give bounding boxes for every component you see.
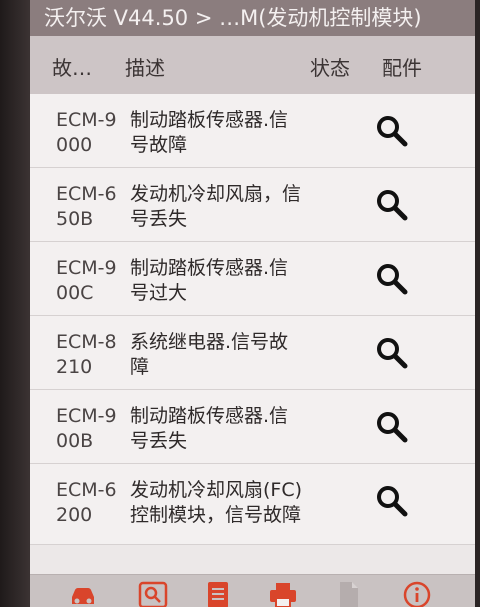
column-header-parts[interactable]: 配件 — [382, 52, 422, 81]
fault-description: 制动踏板传感器.信号故障 — [130, 109, 289, 156]
search-icon[interactable] — [375, 410, 409, 444]
list-item[interactable]: ECM-8210 系统继电器.信号故障 — [30, 316, 475, 390]
fault-description: 制动踏板传感器.信号丢失 — [130, 405, 289, 452]
list-item[interactable]: ECM-9000 制动踏板传感器.信号故障 — [30, 94, 475, 168]
bottom-toolbar — [30, 574, 475, 607]
title-breadcrumb: 沃尔沃 V44.50 > …M(发动机控制模块) — [30, 0, 475, 36]
fault-code: ECM-8210 — [56, 331, 117, 378]
fault-description: 发动机冷却风扇(FC)控制模块，信号故障 — [130, 479, 303, 526]
column-header-description[interactable]: 描述 — [125, 52, 165, 81]
column-header-bar: 故… 描述 状态 配件 — [30, 36, 475, 94]
list-item[interactable]: ECM-900C 制动踏板传感器.信号过大 — [30, 242, 475, 316]
search-icon[interactable] — [375, 484, 409, 518]
fault-code: ECM-9000 — [56, 109, 117, 156]
document-icon — [340, 582, 358, 607]
search-icon[interactable] — [375, 188, 409, 222]
fault-code-list: ECM-9000 制动踏板传感器.信号故障 ECM-650B 发动机冷却风扇，信… — [30, 94, 475, 545]
search-icon[interactable] — [375, 114, 409, 148]
fault-code: ECM-900C — [56, 257, 117, 304]
report-icon[interactable] — [203, 581, 233, 607]
phone-frame: 沃尔沃 V44.50 > …M(发动机控制模块) 故… 描述 状态 配件 ECM… — [0, 0, 480, 607]
list-item[interactable]: ECM-6200 发动机冷却风扇(FC)控制模块，信号故障 — [30, 464, 475, 545]
app-screen: 沃尔沃 V44.50 > …M(发动机控制模块) 故… 描述 状态 配件 ECM… — [30, 0, 475, 607]
fault-code: ECM-900B — [56, 405, 117, 452]
info-icon[interactable] — [402, 581, 432, 607]
fault-description: 制动踏板传感器.信号过大 — [130, 257, 289, 304]
print-icon[interactable] — [268, 581, 298, 607]
search-icon[interactable] — [138, 581, 168, 607]
column-header-code[interactable]: 故… — [52, 52, 92, 81]
fault-description: 系统继电器.信号故障 — [130, 331, 289, 378]
list-item[interactable]: ECM-900B 制动踏板传感器.信号丢失 — [30, 390, 475, 464]
fault-code: ECM-6200 — [56, 479, 117, 526]
list-item[interactable]: ECM-650B 发动机冷却风扇，信号丢失 — [30, 168, 475, 242]
column-header-status[interactable]: 状态 — [310, 52, 350, 81]
fault-code: ECM-650B — [56, 183, 117, 230]
fault-description: 发动机冷却风扇，信号丢失 — [130, 183, 302, 230]
car-icon[interactable] — [68, 581, 98, 607]
search-icon[interactable] — [375, 262, 409, 296]
search-icon[interactable] — [375, 336, 409, 370]
